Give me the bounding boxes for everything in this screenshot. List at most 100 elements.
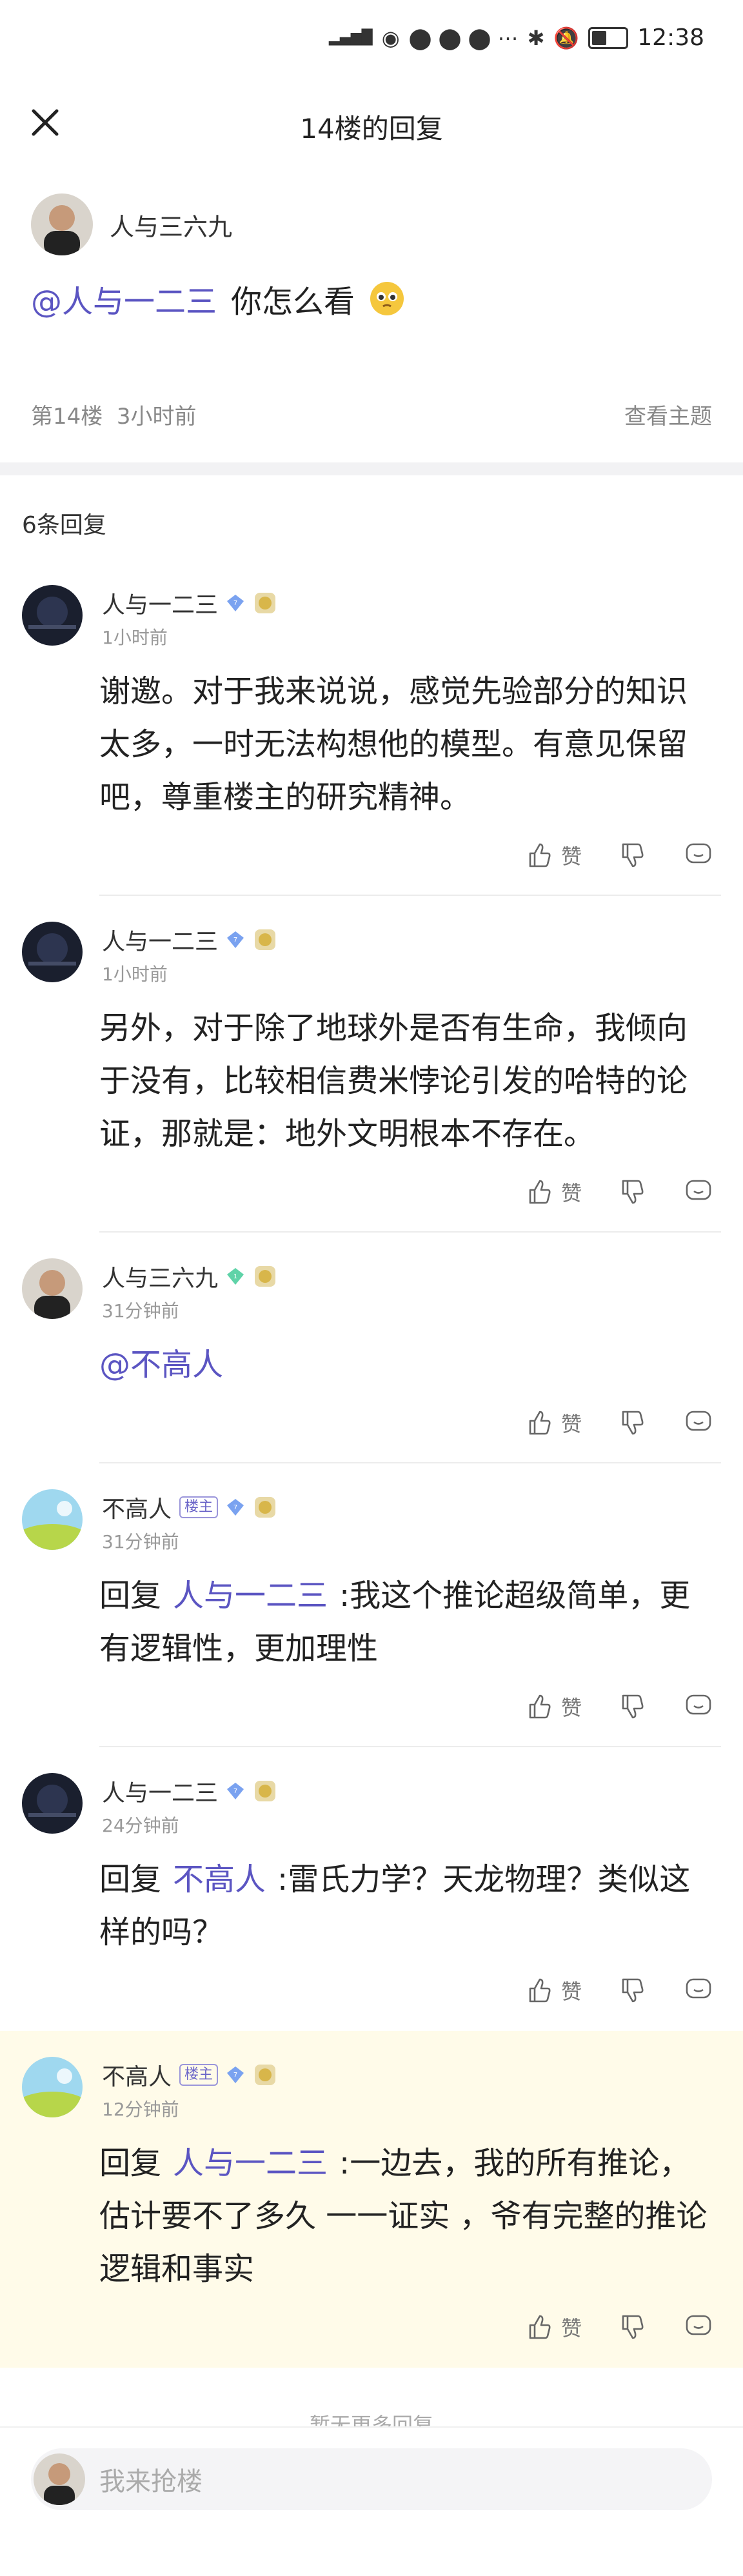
level-badge-icon: 7 <box>227 1499 244 1516</box>
reply-item: 人与一二三 7 24分钟前 回复 不高人:雷氏力学？天龙物理？类似这样的吗？ 赞 <box>0 1747 743 2031</box>
level-badge-icon: 7 <box>227 931 244 948</box>
reply-content: @不高人 <box>99 1338 717 1391</box>
reply-user-name[interactable]: 不高人 <box>102 1491 172 1524</box>
reply-text: 谢邀。对于我来说说，感觉先验部分的知识太多，一时无法构想他的模型。有意见保留吧，… <box>99 673 688 815</box>
reply-input[interactable]: 我来抢楼 <box>31 2448 712 2510</box>
svg-text:7: 7 <box>233 2072 237 2079</box>
reply-user-name[interactable]: 人与一二三 <box>102 586 218 620</box>
avatar[interactable] <box>22 922 83 982</box>
thumbs-up-icon <box>529 1180 551 1204</box>
level-badge-icon: 7 <box>227 1783 244 1799</box>
comment-icon[interactable] <box>684 1692 713 1721</box>
header: 14楼的回复 <box>0 90 743 155</box>
medal-icon <box>255 1266 276 1287</box>
mention-link[interactable]: 不高人 <box>173 1861 266 1897</box>
thumbs-down-icon[interactable] <box>618 1408 648 1438</box>
reply-item: 人与一二三 7 1小时前 另外，对于除了地球外是否有生命，我倾向于没有，比较相信… <box>0 896 743 1233</box>
level-badge-icon: 7 <box>227 595 244 611</box>
reply-time: 1小时前 <box>102 627 168 648</box>
level-badge-icon: 1 <box>227 1268 244 1285</box>
status-bar: ▂▄▆█ ◉ ⬤ ⬤ ⬤ ⋯ ✱ 🔕 12:38 <box>0 0 743 90</box>
comment-icon[interactable] <box>684 2312 713 2342</box>
mention-link[interactable]: 人与一二三 <box>173 2145 328 2181</box>
page-title: 14楼的回复 <box>300 113 443 144</box>
reply-actions: 赞 <box>99 1976 717 2005</box>
avatar[interactable] <box>22 585 83 646</box>
like-button[interactable]: 赞 <box>525 1177 582 1207</box>
like-button[interactable]: 赞 <box>525 840 582 870</box>
op-meta: 第14楼 3小时前 查看主题 <box>31 399 712 430</box>
reply-content: 谢邀。对于我来说说，感觉先验部分的知识太多，一时无法构想他的模型。有意见保留吧，… <box>99 665 717 824</box>
bottom-bar: 我来抢楼 <box>0 2426 743 2576</box>
reply-time: 24分钟前 <box>102 1815 179 1836</box>
view-thread-link[interactable]: 查看主题 <box>624 399 712 430</box>
comment-icon[interactable] <box>684 1177 713 1207</box>
thumbs-down-icon[interactable] <box>618 2312 648 2342</box>
thumbs-up-icon <box>529 1411 551 1435</box>
op-user[interactable]: 人与三六九 <box>31 193 712 255</box>
thumbs-down-icon[interactable] <box>618 1976 648 2005</box>
medal-icon <box>255 1497 276 1518</box>
medal-icon <box>255 929 276 950</box>
comment-icon[interactable] <box>684 840 713 870</box>
thumbs-down-icon[interactable] <box>618 1692 648 1721</box>
reply-prefix: 回复 <box>99 2145 162 2181</box>
reply-user-name[interactable]: 不高人 <box>102 2058 172 2092</box>
original-post: 人与三六九 @人与一二三 你怎么看 第14楼 3小时前 查看主题 <box>0 155 743 430</box>
reply-user-name[interactable]: 人与一二三 <box>102 923 218 956</box>
thumbs-down-icon[interactable] <box>618 1177 648 1207</box>
svg-text:7: 7 <box>233 1504 237 1511</box>
reply-list: 人与一二三 7 1小时前 谢邀。对于我来说说，感觉先验部分的知识太多，一时无法构… <box>0 559 743 2368</box>
notification-icons: ⬤ ⬤ ⬤ ⋯ <box>408 25 519 50</box>
reply-actions: 赞 <box>99 840 717 870</box>
reply-user-name[interactable]: 人与三六九 <box>102 1260 218 1293</box>
medal-icon <box>255 593 276 613</box>
reply-time: 31分钟前 <box>102 1300 179 1322</box>
reply-content: 另外，对于除了地球外是否有生命，我倾向于没有，比较相信费米悖论引发的哈特的论证，… <box>99 1002 717 1160</box>
avatar[interactable] <box>22 1258 83 1319</box>
reply-item: 人与三六九 1 31分钟前 @不高人 赞 <box>0 1233 743 1463</box>
comment-icon[interactable] <box>684 1408 713 1438</box>
mention-link[interactable]: @不高人 <box>99 1347 223 1383</box>
reply-input-placeholder: 我来抢楼 <box>99 2467 203 2497</box>
reply-time: 1小时前 <box>102 964 168 985</box>
svg-text:1: 1 <box>233 1273 237 1280</box>
reply-prefix: 回复 <box>99 1861 162 1897</box>
reply-time: 12分钟前 <box>102 2099 179 2120</box>
op-content: @人与一二三 你怎么看 <box>31 276 712 321</box>
like-button[interactable]: 赞 <box>525 1692 582 1721</box>
reply-item-highlighted: 不高人 楼主 7 12分钟前 回复 人与一二三:一边去，我的所有推论，估计要不了多… <box>0 2031 743 2368</box>
level-badge-icon: 7 <box>227 2066 244 2083</box>
bluetooth-icon: ✱ <box>527 25 545 50</box>
like-button[interactable]: 赞 <box>525 1976 582 2005</box>
medal-icon <box>255 2065 276 2085</box>
mention-link[interactable]: @人与一二三 <box>31 276 217 321</box>
avatar[interactable] <box>31 193 93 255</box>
reply-count: 6条回复 <box>22 512 106 539</box>
svg-text:7: 7 <box>233 1788 237 1795</box>
svg-text:7: 7 <box>233 936 237 944</box>
wifi-icon: ◉ <box>381 25 400 50</box>
reply-actions: 赞 <box>99 1692 717 1721</box>
reply-text: 另外，对于除了地球外是否有生命，我倾向于没有，比较相信费米悖论引发的哈特的论证，… <box>99 1010 688 1152</box>
avatar[interactable] <box>22 1489 83 1550</box>
thumbs-up-icon <box>529 2315 551 2339</box>
like-button[interactable]: 赞 <box>525 2312 582 2342</box>
comment-icon[interactable] <box>684 1976 713 2005</box>
avatar[interactable] <box>22 2057 83 2117</box>
reply-content: 回复 人与一二三:我这个推论超级简单，更有逻辑性，更加理性 <box>99 1569 717 1675</box>
like-button[interactable]: 赞 <box>525 1408 582 1438</box>
reply-prefix: 回复 <box>99 1578 162 1614</box>
reply-user-name[interactable]: 人与一二三 <box>102 1774 218 1808</box>
reply-actions: 赞 <box>99 1408 717 1438</box>
mute-icon: 🔕 <box>553 25 580 50</box>
reply-actions: 赞 <box>99 2312 717 2342</box>
thumbs-down-icon[interactable] <box>618 840 648 870</box>
floor-info: 第14楼 3小时前 <box>31 404 197 430</box>
thumbs-up-icon <box>529 843 551 867</box>
mention-link[interactable]: 人与一二三 <box>173 1578 328 1614</box>
avatar[interactable] <box>22 1773 83 1834</box>
status-icons: ▂▄▆█ ◉ ⬤ ⬤ ⬤ ⋯ ✱ 🔕 12:38 <box>329 25 704 51</box>
op-user-name: 人与三六九 <box>110 212 233 241</box>
reply-time: 31分钟前 <box>102 1531 179 1552</box>
